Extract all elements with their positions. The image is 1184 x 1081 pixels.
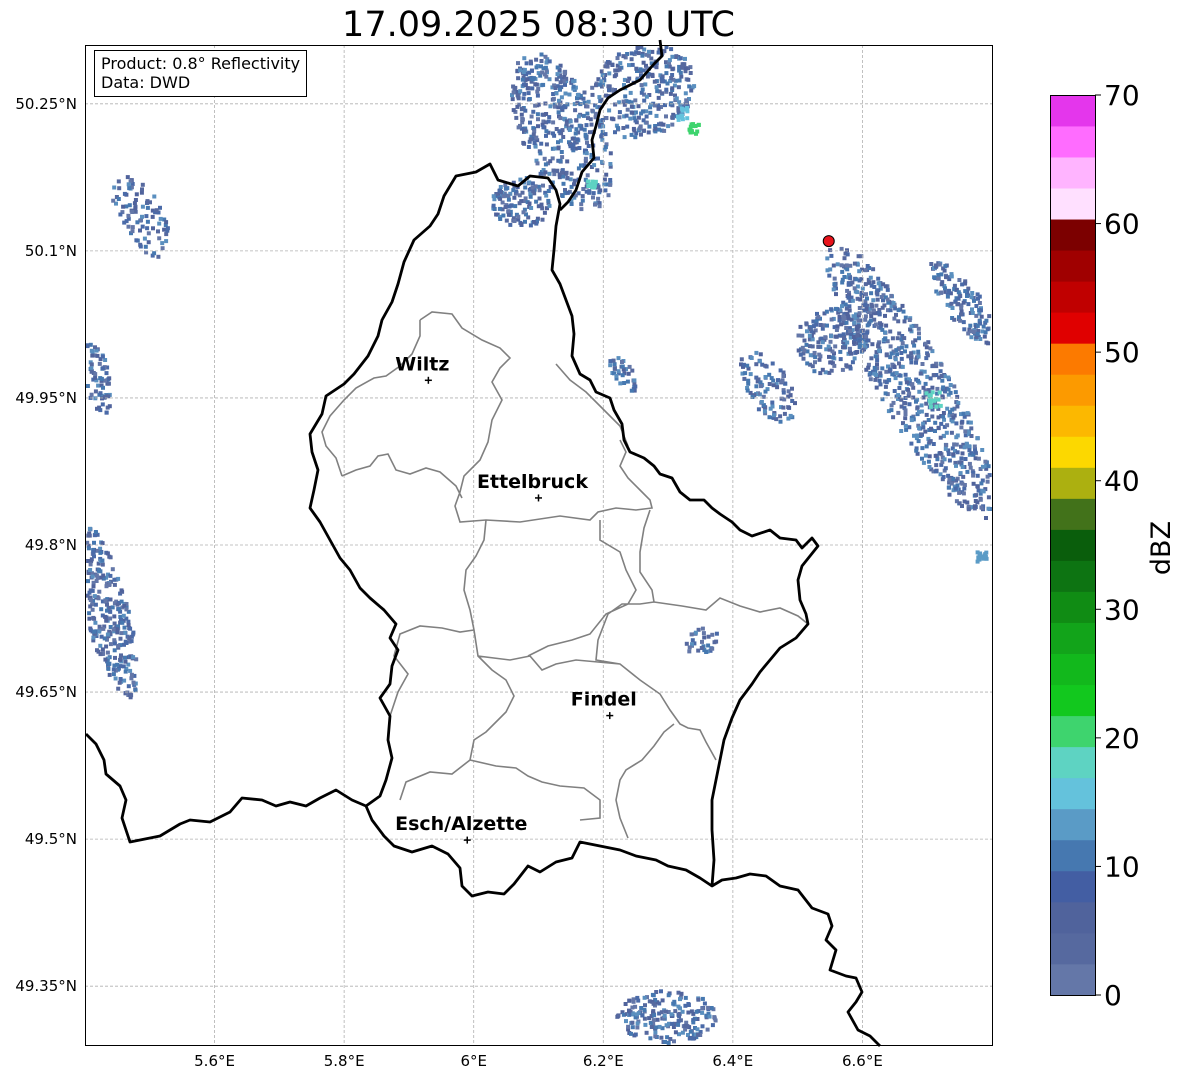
colorbar-tick-label: 50 <box>1104 336 1140 369</box>
colorbar-label: dBZ <box>1146 521 1177 575</box>
colorbar-bin <box>1050 374 1095 406</box>
colorbar-bin <box>1050 312 1095 344</box>
colorbar-ticks: 0 10 20 30 40 50 60 70 <box>1095 79 1140 1012</box>
colorbar-bin <box>1050 777 1095 810</box>
colorbar-bin <box>1050 746 1095 779</box>
colorbar-bin <box>1050 250 1095 282</box>
colorbar-bin <box>1050 715 1095 748</box>
colorbar-bin <box>1050 653 1095 686</box>
colorbar-tick-label: 0 <box>1104 979 1122 1012</box>
colorbar-bin <box>1050 157 1095 189</box>
colorbar-bin <box>1050 591 1095 623</box>
colorbar: 0 10 20 30 40 50 60 70 dBZ <box>1050 79 1177 1012</box>
colorbar-tick-label: 10 <box>1104 850 1140 883</box>
colorbar-tick-label: 40 <box>1104 465 1140 498</box>
colorbar-bin <box>1050 188 1095 220</box>
colorbar-tick-label: 60 <box>1104 208 1140 241</box>
colorbar-bin <box>1050 405 1095 437</box>
colorbar-bin <box>1050 343 1095 375</box>
colorbar-bin <box>1050 436 1095 468</box>
colorbar-bin <box>1050 560 1095 592</box>
colorbar-bin <box>1050 963 1095 996</box>
colorbar-bin <box>1050 95 1095 127</box>
colorbar-bin <box>1050 498 1095 530</box>
colorbar-bin <box>1050 808 1095 841</box>
colorbar-bin <box>1050 870 1095 903</box>
colorbar-bin <box>1050 467 1095 499</box>
colorbar-bin <box>1050 219 1095 251</box>
colorbar-tick-label: 70 <box>1104 79 1140 112</box>
colorbar-bin <box>1050 622 1095 655</box>
colorbar-bin <box>1050 839 1095 872</box>
colorbar-bin <box>1050 932 1095 965</box>
colorbar-bin <box>1050 281 1095 313</box>
colorbar-bin <box>1050 684 1095 717</box>
colorbar-bin <box>1050 901 1095 934</box>
colorbar-bin <box>1050 529 1095 561</box>
colorbar-bins <box>1050 95 1095 996</box>
colorbar-tick-label: 20 <box>1104 722 1140 755</box>
colorbar-tick-label: 30 <box>1104 593 1140 626</box>
colorbar-bin <box>1050 126 1095 158</box>
